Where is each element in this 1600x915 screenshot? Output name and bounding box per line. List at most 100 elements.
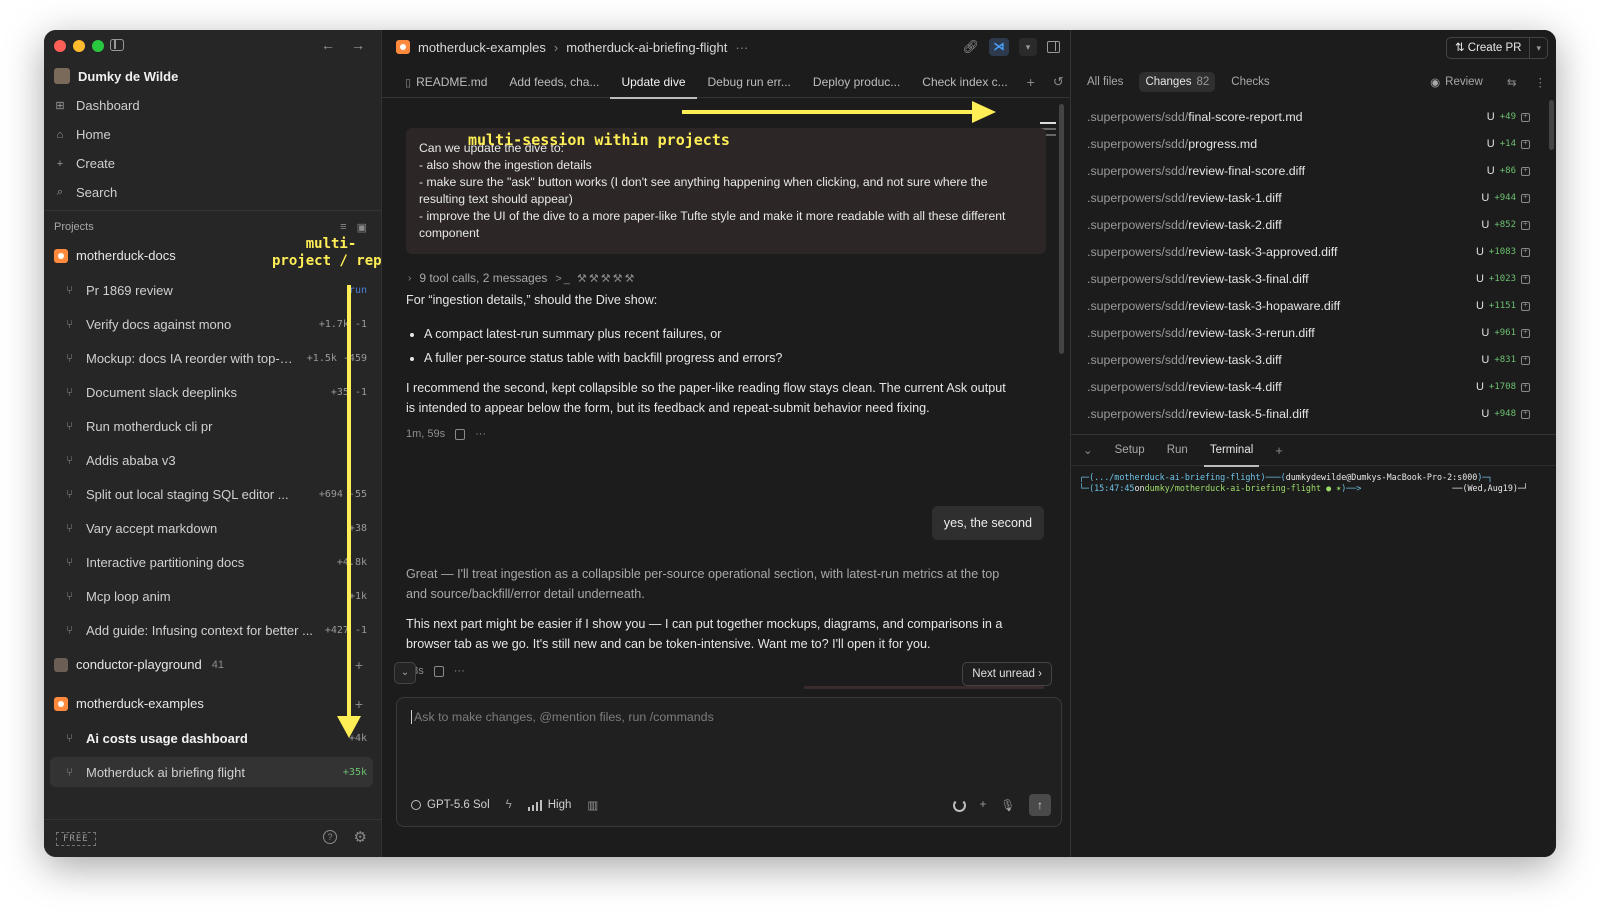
close-window-button[interactable] (54, 40, 66, 52)
changed-file-row[interactable]: .superpowers/sdd/review-task-3.diff U +831 (1087, 347, 1530, 373)
tab-session-active[interactable]: Update dive (610, 66, 697, 99)
sidebar-toggle-icon[interactable] (110, 39, 124, 51)
stage-file-icon[interactable] (1521, 246, 1530, 257)
stage-file-icon[interactable] (1521, 219, 1530, 230)
stage-file-icon[interactable] (1521, 300, 1530, 311)
workspace-item[interactable]: ⑂ Mockup: docs IA reorder with top-b... … (66, 344, 367, 372)
stage-file-icon[interactable] (1521, 408, 1530, 419)
workspace-item[interactable]: ⑂ Mcp loop anim +1k (66, 582, 367, 610)
stage-file-icon[interactable] (1521, 111, 1530, 122)
tab-run[interactable]: Run (1167, 434, 1188, 466)
changed-file-row[interactable]: .superpowers/sdd/progress.md U +14 (1087, 131, 1530, 157)
scroll-down-button[interactable]: ⌄ (394, 662, 416, 684)
scrollbar[interactable] (1059, 104, 1064, 354)
project-conductor-playground[interactable]: conductor-playground 41 + (54, 657, 367, 673)
workspace-item[interactable]: ⑂ Document slack deeplinks +35 -1 (66, 378, 367, 406)
add-workspace-icon[interactable]: + (355, 696, 363, 712)
stage-file-icon[interactable] (1521, 381, 1530, 392)
copy-icon[interactable] (455, 428, 466, 440)
message-composer[interactable]: Ask to make changes, @mention files, run… (396, 697, 1062, 827)
workspace-item[interactable]: ⑂ Interactive partitioning docs +4.8k (66, 548, 367, 576)
tab-all-files[interactable]: All files (1081, 72, 1129, 92)
create-pr-button[interactable]: ⇅ Create PR ▾ (1445, 37, 1548, 59)
chevron-down-icon[interactable]: ▾ (1019, 38, 1037, 56)
workspace-item[interactable]: ⑂ Split out local staging SQL editor ...… (66, 480, 367, 508)
menu-item-dashboard[interactable]: ⊞ Dashboard (54, 98, 139, 113)
changed-file-row[interactable]: .superpowers/sdd/review-final-score.diff… (1087, 158, 1530, 184)
help-icon[interactable]: ? (323, 830, 337, 844)
user-profile[interactable]: Dumky de Wilde (54, 68, 178, 84)
effort-selector[interactable]: High (527, 799, 571, 811)
breadcrumb-project[interactable]: motherduck-examples (418, 40, 546, 55)
workspace-item[interactable]: ⑂ Ai costs usage dashboard +4k (66, 724, 367, 752)
chevron-down-icon[interactable]: ⌄ (1083, 443, 1093, 457)
changed-file-row[interactable]: .superpowers/sdd/review-task-1.diff U +944 (1087, 185, 1530, 211)
next-unread-button[interactable]: Next unread › (962, 662, 1052, 686)
lightning-icon[interactable]: ϟ (506, 799, 512, 811)
more-vertical-icon[interactable]: ⋮ (1535, 75, 1547, 89)
toggle-right-panel-icon[interactable] (1047, 41, 1060, 53)
workspace-item[interactable]: ⑂ Addis ababa v3 (66, 446, 367, 474)
changed-file-row[interactable]: .superpowers/sdd/review-task-3-rerun.dif… (1087, 320, 1530, 346)
chevron-down-icon[interactable]: ▾ (1530, 43, 1547, 54)
review-button[interactable]: ◉ Review (1430, 75, 1483, 89)
back-arrow-icon[interactable]: ← (321, 37, 335, 53)
workspace-item[interactable]: ⑂ Run motherduck cli pr (66, 412, 367, 440)
changed-file-row[interactable]: .superpowers/sdd/review-task-4.diff U +170… (1087, 374, 1530, 400)
add-workspace-icon[interactable]: + (355, 657, 363, 673)
tab-session[interactable]: Check index c... (911, 66, 1018, 98)
project-motherduck-examples[interactable]: motherduck-examples + (54, 696, 367, 712)
diff-view-icon[interactable]: ⇆ (1507, 75, 1517, 89)
menu-item-create[interactable]: + Create (54, 156, 115, 171)
tab-setup[interactable]: Setup (1115, 434, 1145, 466)
zoom-window-button[interactable] (92, 40, 104, 52)
workspace-item[interactable]: ⑂ Pr 1869 review run (66, 276, 367, 304)
tab-checks[interactable]: Checks (1225, 72, 1275, 92)
stage-file-icon[interactable] (1521, 138, 1530, 149)
workspace-item[interactable]: ⑂ Add guide: Infusing context for better… (66, 616, 367, 644)
tab-session[interactable]: Add feeds, cha... (498, 66, 610, 98)
create-pr-label[interactable]: ⇅ Create PR (1447, 38, 1531, 58)
add-terminal-icon[interactable]: + (1275, 443, 1283, 458)
stage-file-icon[interactable] (1521, 192, 1530, 203)
add-folder-icon[interactable]: ▣ (357, 221, 367, 234)
menu-item-search[interactable]: ⌕ Search (54, 185, 117, 200)
more-icon[interactable]: ··· (454, 665, 465, 677)
attach-plus-icon[interactable]: + (980, 799, 987, 811)
workspace-item[interactable]: ⑂ Verify docs against mono +1.7k -1 (66, 310, 367, 338)
new-tab-icon[interactable]: + (1027, 74, 1035, 90)
workspace-item[interactable]: ⑂ Vary accept markdown +38 (66, 514, 367, 542)
tab-session[interactable]: Deploy produc... (802, 66, 911, 98)
stage-file-icon[interactable] (1521, 327, 1530, 338)
more-icon[interactable]: ··· (735, 40, 748, 55)
tab-session[interactable]: Debug run err... (697, 66, 802, 98)
gear-icon[interactable]: ⚙ (354, 828, 367, 846)
tool-calls-summary[interactable]: › 9 tool calls, 2 messages >_ ⚒⚒⚒⚒⚒ (408, 271, 636, 285)
tab-readme[interactable]: ▯ README.md (394, 66, 498, 98)
stage-file-icon[interactable] (1521, 354, 1530, 365)
copy-icon[interactable] (433, 665, 444, 677)
filter-icon[interactable]: ≡ (340, 221, 346, 234)
link-icon[interactable]: 🔗︎ (962, 39, 979, 55)
tab-changes[interactable]: Changes 82 (1139, 72, 1216, 92)
microphone-icon[interactable]: 🎙︎ (1000, 798, 1015, 812)
changed-file-row[interactable]: .superpowers/sdd/review-task-2.diff U +852 (1087, 212, 1530, 238)
changed-file-row[interactable]: .superpowers/sdd/final-score-report.md U +… (1087, 104, 1530, 130)
changed-file-row[interactable]: .superpowers/sdd/review-task-3-hopaware.… (1087, 293, 1530, 319)
breadcrumb-workspace[interactable]: motherduck-ai-briefing-flight (566, 40, 727, 55)
book-icon[interactable]: ▥ (587, 798, 598, 812)
stage-file-icon[interactable] (1521, 165, 1530, 176)
stage-file-icon[interactable] (1521, 273, 1530, 284)
changed-file-row[interactable]: .superpowers/sdd/review-task-3-approved.… (1087, 239, 1530, 265)
vscode-icon[interactable]: ⋊ (989, 38, 1009, 56)
tab-terminal[interactable]: Terminal (1203, 434, 1260, 467)
more-icon[interactable]: ··· (475, 428, 486, 440)
terminal-output[interactable]: ┌─(.../motherduck-ai-briefing-flight)───… (1079, 472, 1528, 494)
scrollbar[interactable] (1549, 100, 1554, 150)
workspace-item-selected[interactable]: ⑂ Motherduck ai briefing flight +35k (50, 757, 373, 787)
forward-arrow-icon[interactable]: → (351, 37, 365, 53)
menu-item-home[interactable]: ⌂ Home (54, 127, 111, 142)
history-icon[interactable]: ↺ (1053, 74, 1064, 90)
minimize-window-button[interactable] (73, 40, 85, 52)
composer-input[interactable]: Ask to make changes, @mention files, run… (411, 710, 714, 724)
